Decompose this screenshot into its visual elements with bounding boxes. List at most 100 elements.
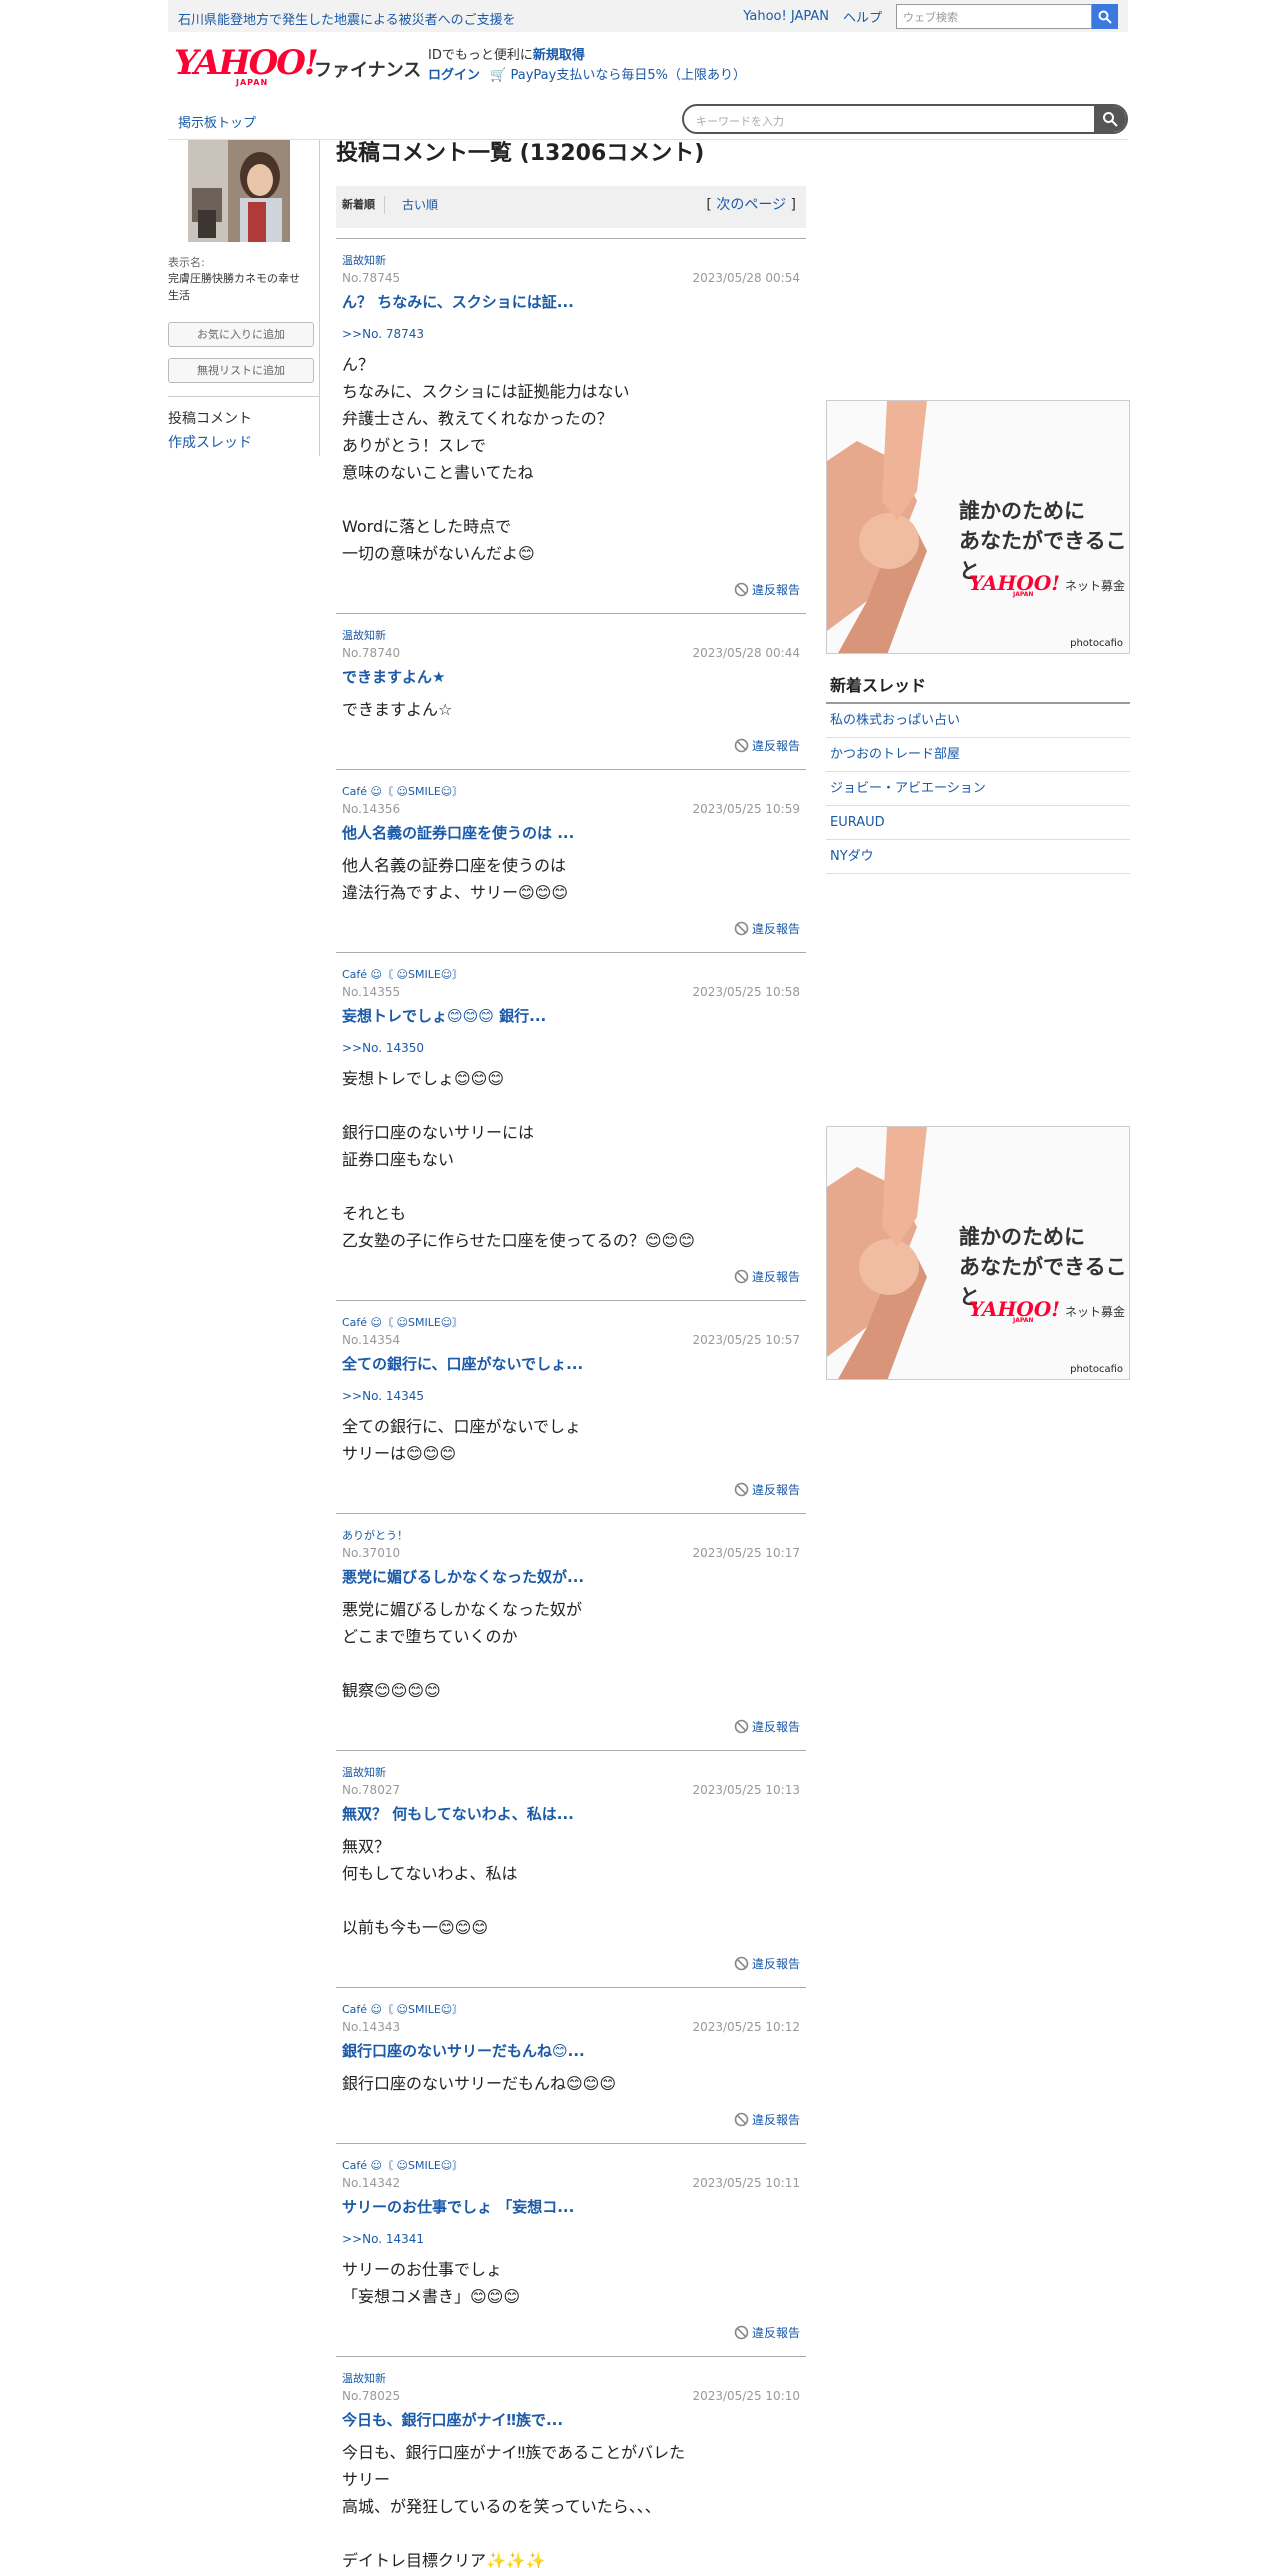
thread-link[interactable]: 私の株式おっぱい占い (830, 713, 960, 728)
report-link[interactable]: 違反報告 (734, 1955, 800, 1972)
prohibited-icon (734, 738, 749, 753)
report-link[interactable]: 違反報告 (734, 920, 800, 937)
add-ignore-button[interactable]: 無視リストに追加 (168, 358, 314, 383)
thread-link[interactable]: NYダウ (830, 849, 874, 864)
comment-number: No.14342 (342, 2176, 401, 2190)
login-link[interactable]: ログイン (428, 68, 480, 83)
comment-number: No.14343 (342, 2020, 401, 2034)
id-prefix: IDでもっと便利に (428, 48, 533, 63)
web-search-input[interactable]: ウェブ検索 (896, 4, 1092, 29)
yahoo-japan-link[interactable]: Yahoo! JAPAN (743, 9, 829, 24)
search-icon (1103, 112, 1118, 127)
help-link[interactable]: ヘルプ (843, 7, 882, 26)
comment-author-link[interactable]: ありがとう！ (342, 1529, 408, 1542)
keyword-search-button[interactable] (1094, 106, 1126, 132)
ad-line1: 誰かのために (959, 1225, 1085, 1249)
tab-oldest[interactable]: 古い順 (402, 196, 438, 214)
thread-item: かつおのトレード部屋 (826, 738, 1130, 772)
web-search-button[interactable] (1092, 4, 1118, 29)
comment-author-link[interactable]: Café ☺︎〘 ☺SMILE☺〙 (342, 785, 463, 798)
comment-number: No.78740 (342, 646, 401, 660)
comment-author-link[interactable]: 温故知新 (342, 254, 386, 267)
ad-credit: photocafio (1070, 638, 1123, 649)
comment-item: 温故知新 No.78027 2023/05/25 10:13 無双？ 何もしてないわよ… (336, 1750, 806, 1987)
comment-author-link[interactable]: 温故知新 (342, 629, 386, 642)
comment-author-link[interactable]: Café ☺︎〘 ☺SMILE☺〙 (342, 2159, 463, 2172)
prohibited-icon (734, 1956, 749, 1971)
prohibited-icon (734, 582, 749, 597)
reply-to-link[interactable]: >>No. 78743 (342, 327, 800, 343)
comment-author-link[interactable]: Café ☺︎〘 ☺SMILE☺〙 (342, 968, 463, 981)
display-name-label: 表示名: (168, 256, 205, 269)
service-name: ファイナンス (314, 60, 422, 81)
report-link[interactable]: 違反報告 (734, 2324, 800, 2341)
report-link[interactable]: 違反報告 (734, 581, 800, 598)
comment-author-link[interactable]: 温故知新 (342, 1766, 386, 1779)
comment-date: 2023/05/25 10:10 (692, 2389, 800, 2403)
prohibited-icon (734, 1482, 749, 1497)
top-bar: 石川県能登地方で発生した地震による被災者へのご支援を Yahoo! JAPAN … (168, 0, 1128, 32)
created-threads-link[interactable]: 作成スレッド (168, 432, 252, 452)
reply-to-link[interactable]: >>No. 14341 (342, 2232, 800, 2248)
comment-date: 2023/05/25 10:17 (692, 1546, 800, 1560)
top-links: Yahoo! JAPAN ヘルプ ウェブ検索 (743, 4, 1118, 29)
paypay-link[interactable]: PayPay支払いなら毎日5%（上限あり） (510, 68, 745, 83)
report-link[interactable]: 違反報告 (734, 1718, 800, 1735)
page-title: 投稿コメント一覧 (13206コメント) (336, 141, 705, 166)
earthquake-notice-link[interactable]: 石川県能登地方で発生した地震による被災者へのご支援を (178, 9, 516, 28)
report-link[interactable]: 違反報告 (734, 1268, 800, 1285)
search-icon (1098, 10, 1112, 24)
report-label: 違反報告 (751, 1270, 800, 1284)
tab-newest[interactable]: 新着順 (342, 196, 385, 214)
report-link[interactable]: 違反報告 (734, 737, 800, 754)
sort-tabs: 新着順 古い順 [ 次のページ ] (336, 186, 806, 228)
comment-body: サリーのお仕事でしょ 「妄想コメ書き」😊😊😊 (342, 2260, 521, 2306)
thread-link[interactable]: ジョビー・アビエーション (830, 781, 986, 796)
comment-title-link[interactable]: 他人名義の証券口座を使うのは ... (342, 822, 800, 844)
board-top-link[interactable]: 掲示板トップ (178, 112, 256, 131)
report-link[interactable]: 違反報告 (734, 1481, 800, 1498)
comment-title-link[interactable]: 全ての銀行に、口座がないでしょ... (342, 1353, 800, 1375)
register-link[interactable]: 新規取得 (533, 48, 585, 63)
comment-title-link[interactable]: 今日も、銀行口座がナイ‼︎族で... (342, 2409, 800, 2431)
comment-meta: No.78025 2023/05/25 10:10 (342, 2386, 800, 2406)
keyword-input[interactable]: キーワードを入力 (684, 106, 1094, 132)
prohibited-icon (734, 921, 749, 936)
ad-banner-2[interactable]: 誰かのために あなたができること YAHOO! JAPAN ネット募金 phot… (826, 1126, 1130, 1380)
comment-title-link[interactable]: 無双？ 何もしてないわよ、私は... (342, 1803, 800, 1825)
yahoo-finance-logo[interactable]: YAHOO! JAPAN ファイナンス (174, 46, 421, 87)
comment-author-link[interactable]: Café ☺︎〘 ☺SMILE☺〙 (342, 1316, 463, 1329)
posts-label: 投稿コメント (168, 411, 252, 427)
ad-banner-1[interactable]: 誰かのために あなたができること YAHOO! JAPAN ネット募金 phot… (826, 400, 1130, 654)
ad-brand-sub: JAPAN (1013, 591, 1034, 598)
comment-title-link[interactable]: 悪党に媚びるしかなくなった奴が... (342, 1566, 800, 1588)
report-label: 違反報告 (751, 583, 800, 597)
report-label: 違反報告 (751, 1720, 800, 1734)
comment-title-link[interactable]: ん？ ちなみに、スクショには証... (342, 291, 800, 313)
comment-date: 2023/05/28 00:54 (692, 271, 800, 285)
comment-title-link[interactable]: できますよん★ (342, 666, 800, 688)
report-label: 違反報告 (751, 739, 800, 753)
comment-title-link[interactable]: 妄想トレでしょ😊😊😊 銀行... (342, 1005, 800, 1027)
next-page-link[interactable]: 次のページ (716, 197, 786, 213)
thread-link[interactable]: EURAUD (830, 815, 885, 830)
comment-item: Café ☺︎〘 ☺SMILE☺〙 No.14343 2023/05/25 10:1… (336, 1987, 806, 2143)
comment-title-link[interactable]: 銀行口座のないサリーだもんね😊... (342, 2040, 800, 2062)
comment-body: 他人名義の証券口座を使うのは 違法行為ですよ、サリー😊😊😊 (342, 856, 569, 902)
thread-link[interactable]: かつおのトレード部屋 (830, 747, 960, 762)
reply-to-link[interactable]: >>No. 14350 (342, 1041, 800, 1057)
comment-footer: 違反報告 (342, 1941, 800, 1987)
prohibited-icon (734, 2325, 749, 2340)
comment-meta: No.14355 2023/05/25 10:58 (342, 982, 800, 1002)
comment-author-link[interactable]: 温故知新 (342, 2372, 386, 2385)
add-favorite-button[interactable]: お気に入りに追加 (168, 322, 314, 347)
header: YAHOO! JAPAN ファイナンス IDでもっと便利に新規取得 ログイン 🛒… (168, 32, 1128, 102)
comment-title-link[interactable]: サリーのお仕事でしょ 「妄想コ... (342, 2196, 800, 2218)
comment-number: No.78025 (342, 2389, 401, 2403)
comment-author-link[interactable]: Café ☺︎〘 ☺SMILE☺〙 (342, 2003, 463, 2016)
reply-to-link[interactable]: >>No. 14345 (342, 1389, 800, 1405)
prohibited-icon (734, 1719, 749, 1734)
report-link[interactable]: 違反報告 (734, 2111, 800, 2128)
comment-body: 銀行口座のないサリーだもんね😊😊😊 (342, 2074, 617, 2093)
comment-body: できますよん☆ (342, 700, 453, 719)
